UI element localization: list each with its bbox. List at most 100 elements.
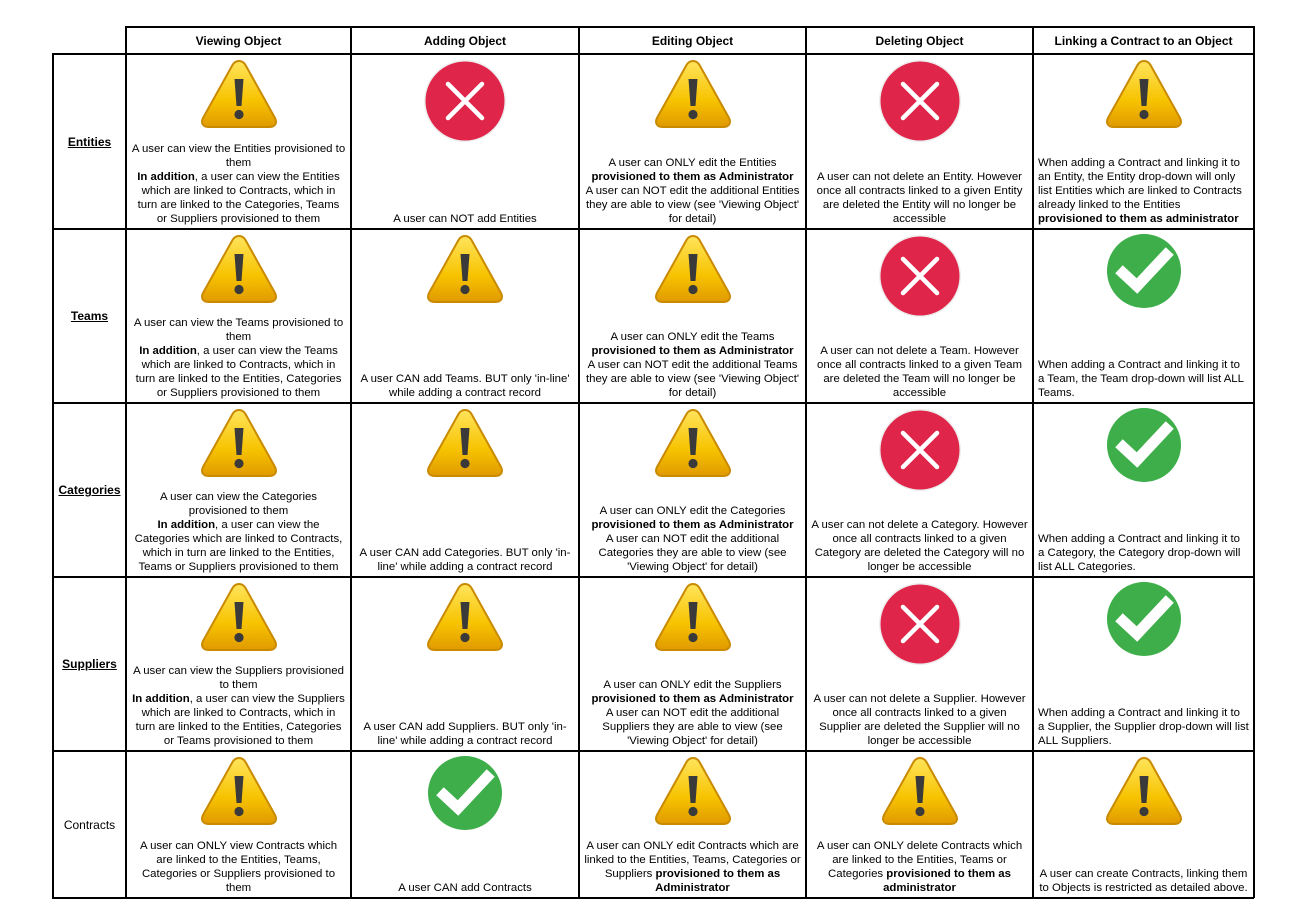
icon-wrap xyxy=(584,58,801,130)
warning-icon xyxy=(427,408,503,477)
text-line: A user can view the Teams provisioned to… xyxy=(131,316,346,344)
column-header-label: Editing Object xyxy=(651,33,734,48)
row-header: Categories xyxy=(54,404,125,576)
text-line: A user can create Contracts, linking the… xyxy=(1038,867,1249,895)
row-header-label: Suppliers xyxy=(62,657,117,671)
permission-text: A user can ONLY edit the Suppliers provis… xyxy=(584,653,801,748)
deny-icon xyxy=(424,60,506,142)
plain-text: A user can NOT edit the additional Teams… xyxy=(585,359,800,399)
permission-text: A user can not delete an Entity. However… xyxy=(811,144,1028,226)
column-header-label: Viewing Object xyxy=(195,33,282,48)
icon-wrap xyxy=(1038,233,1249,309)
text-line: When adding a Contract and linking it to… xyxy=(1038,532,1249,574)
plain-text: A user can view the Suppliers provisione… xyxy=(133,665,344,691)
grid-line xyxy=(52,897,1254,899)
icon-wrap xyxy=(356,407,574,479)
plain-text: When adding a Contract and linking it to… xyxy=(1038,157,1242,211)
permission-text: A user can ONLY edit Contracts which are… xyxy=(584,827,801,895)
icon-wrap xyxy=(356,233,574,305)
icon-wrap xyxy=(811,233,1028,319)
warning-icon xyxy=(654,234,731,303)
permission-text: A user CAN add Contracts xyxy=(356,831,574,895)
bold-text: In addition xyxy=(139,345,197,357)
plain-text: A user can not delete a Team. However on… xyxy=(817,345,1022,399)
permission-cell: A user can ONLY edit Contracts which are… xyxy=(580,752,805,897)
icon-wrap xyxy=(1038,581,1249,657)
warning-icon xyxy=(427,582,503,651)
icon-wrap xyxy=(584,407,801,479)
icon-wrap xyxy=(131,581,346,653)
warning-icon xyxy=(654,408,731,477)
bold-text: provisioned to them as administrator xyxy=(883,868,1011,894)
warning-icon xyxy=(200,756,277,825)
permission-cell: When adding a Contract and linking it to… xyxy=(1034,578,1253,750)
text-line: A user CAN add Suppliers. BUT only 'in-l… xyxy=(356,720,574,748)
icon-wrap xyxy=(1038,407,1249,483)
permission-cell: A user can not delete an Entity. However… xyxy=(807,55,1032,228)
column-header: Deleting Object xyxy=(807,28,1032,53)
row-header-label: Categories xyxy=(58,483,121,497)
icon-wrap xyxy=(584,581,801,653)
text-line: A user can view the Entities provisioned… xyxy=(131,142,346,170)
text-line: A user can ONLY view Contracts which are… xyxy=(131,839,346,895)
plain-text: A user can create Contracts, linking the… xyxy=(1039,868,1248,894)
permission-text: A user can ONLY view Contracts which are… xyxy=(131,827,346,895)
row-header: Suppliers xyxy=(54,578,125,750)
permission-text: A user can ONLY edit the Categories provi… xyxy=(584,479,801,574)
column-header-label: Adding Object xyxy=(424,33,506,48)
warning-icon xyxy=(200,234,277,303)
text-line: A user can ONLY edit Contracts which are… xyxy=(584,839,801,895)
row-header: Entities xyxy=(54,55,125,228)
icon-wrap xyxy=(356,58,574,144)
allow-icon xyxy=(1106,582,1181,656)
permission-text: A user CAN add Suppliers. BUT only 'in-l… xyxy=(356,653,574,748)
text-line: A user can view the Categories provision… xyxy=(131,490,346,518)
column-header: Adding Object xyxy=(352,28,578,53)
permission-cell: A user can not delete a Team. However on… xyxy=(807,230,1032,402)
permission-cell: A user CAN add Suppliers. BUT only 'in-l… xyxy=(352,578,578,750)
permission-text: A user can ONLY edit the Entities provisi… xyxy=(584,130,801,226)
icon-wrap xyxy=(584,755,801,827)
text-line: A user can NOT edit the additional Teams… xyxy=(584,358,801,400)
permission-cell: A user can create Contracts, linking the… xyxy=(1034,752,1253,897)
text-line: A user can view the Suppliers provisione… xyxy=(131,664,346,692)
deny-icon xyxy=(878,409,961,491)
icon-wrap xyxy=(811,755,1028,827)
permission-cell: When adding a Contract and linking it to… xyxy=(1034,230,1253,402)
allow-icon xyxy=(1106,408,1181,482)
permission-cell: A user CAN add Categories. BUT only 'in-… xyxy=(352,404,578,576)
bold-text: In addition xyxy=(137,171,195,183)
icon-wrap xyxy=(1038,755,1249,827)
warning-icon xyxy=(1105,756,1182,825)
permission-text: A user can view the Suppliers provisione… xyxy=(131,653,346,748)
icon-wrap xyxy=(811,58,1028,144)
text-line: A user CAN add Categories. BUT only 'in-… xyxy=(356,546,574,574)
text-line: In addition, a user can view the Supplie… xyxy=(131,692,346,748)
warning-icon xyxy=(200,408,277,477)
icon-wrap xyxy=(356,581,574,653)
row-header-label: Teams xyxy=(70,309,109,323)
plain-text: A user CAN add Teams. BUT only 'in-line'… xyxy=(360,373,570,399)
permission-text: A user can view the Categories provision… xyxy=(131,479,346,574)
permission-cell: A user can not delete a Category. Howeve… xyxy=(807,404,1032,576)
column-header: Viewing Object xyxy=(127,28,350,53)
permissions-table: Viewing Object Adding Object Editing Objec… xyxy=(52,26,1255,899)
column-header: Editing Object xyxy=(580,28,805,53)
permission-text: A user can ONLY delete Contracts which a… xyxy=(811,827,1028,895)
text-line: A user can NOT edit the additional Suppl… xyxy=(584,706,801,748)
deny-icon xyxy=(878,583,961,665)
permission-cell: A user can ONLY edit the Suppliers provis… xyxy=(580,578,805,750)
allow-icon xyxy=(1106,234,1181,308)
permission-cell: A user can ONLY edit the Teams provisione… xyxy=(580,230,805,402)
plain-text: When adding a Contract and linking it to… xyxy=(1038,707,1249,747)
icon-wrap xyxy=(131,755,346,827)
icon-wrap xyxy=(131,407,346,479)
plain-text: A user can ONLY edit the Suppliers xyxy=(603,679,782,691)
plain-text: A user can NOT add Entities xyxy=(393,213,537,225)
warning-icon xyxy=(654,756,731,825)
permission-text: When adding a Contract and linking it to… xyxy=(1038,130,1249,226)
text-line: provisioned to them as Administrator xyxy=(584,692,801,706)
row-header-label: Entities xyxy=(67,134,112,149)
text-line: A user CAN add Teams. BUT only 'in-line'… xyxy=(356,372,574,400)
text-line: A user can NOT edit the additional Entit… xyxy=(584,184,801,226)
